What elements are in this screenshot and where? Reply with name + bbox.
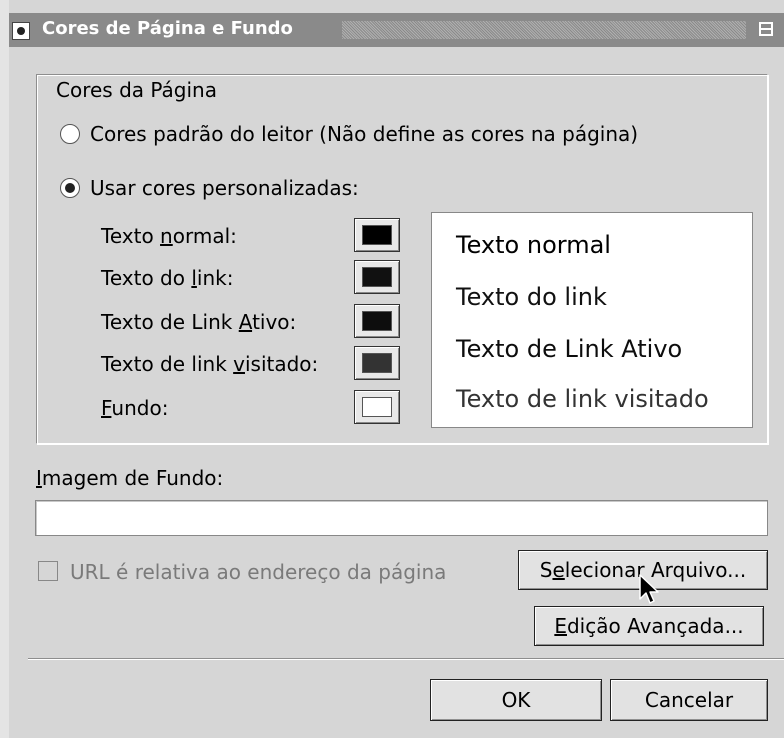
preview-link-text: Texto do link: [456, 283, 607, 311]
background-color-button[interactable]: [354, 390, 400, 424]
radio-default-colors[interactable]: [60, 124, 80, 144]
label-visited-link-text-post: isitado:: [244, 352, 319, 376]
window-menu-dot: [17, 27, 25, 35]
label-normal-text-pre: Texto: [101, 224, 161, 248]
preview-visited-link-text: Texto de link visitado: [456, 385, 709, 413]
label-active-link-text-mnemonic: A: [238, 310, 253, 334]
label-normal-text: Texto normal:: [101, 224, 237, 248]
advanced-edit-button[interactable]: Edição Avançada...: [534, 606, 764, 646]
preview-normal-text: Texto normal: [456, 231, 611, 259]
title-bar-grip: [342, 21, 746, 39]
radio-selected-dot: [65, 183, 75, 193]
link-text-swatch: [362, 267, 392, 287]
dialog-title: Cores de Página e Fundo: [42, 18, 293, 39]
relative-url-checkbox[interactable]: [38, 561, 58, 581]
window-menu-icon[interactable]: [12, 22, 30, 40]
cancel-button[interactable]: Cancelar: [610, 679, 768, 721]
window-restore-icon[interactable]: [756, 20, 778, 40]
select-file-pre: S: [539, 558, 553, 582]
background-image-url-input[interactable]: [35, 500, 768, 536]
label-visited-link-text-mnemonic: v: [233, 352, 245, 376]
page-colors-legend: Cores da Página: [50, 78, 223, 102]
label-link-text: Texto do link:: [101, 266, 233, 290]
radio-custom-colors[interactable]: [60, 178, 80, 198]
advanced-edit-post: dição Avançada...: [566, 614, 744, 638]
background-swatch: [362, 397, 392, 417]
color-preview-panel: Texto normal Texto do link Texto de Link…: [431, 212, 753, 428]
link-text-color-button[interactable]: [354, 260, 400, 294]
active-link-color-button[interactable]: [354, 304, 400, 338]
label-active-link-text-pre: Texto de Link: [101, 310, 239, 334]
normal-text-color-button[interactable]: [354, 218, 400, 252]
window-left-edge: [0, 0, 9, 738]
select-file-mnemonic: e: [552, 558, 565, 582]
background-image-label-rest: magem de Fundo:: [41, 466, 224, 490]
label-normal-text-post: ormal:: [172, 224, 237, 248]
label-visited-link-text: Texto de link visitado:: [101, 352, 318, 376]
label-background: Fundo:: [101, 396, 168, 420]
label-link-text-post: ink:: [196, 266, 234, 290]
label-link-text-pre: Texto do: [101, 266, 192, 290]
radio-custom-colors-label[interactable]: Usar cores personalizadas:: [90, 176, 359, 200]
label-active-link-text-post: tivo:: [252, 310, 297, 334]
footer-separator: [28, 658, 784, 660]
advanced-edit-mnemonic: E: [554, 614, 567, 638]
visited-link-color-button[interactable]: [354, 346, 400, 380]
visited-link-swatch: [362, 353, 392, 373]
dialog-window: Cores de Página e Fundo Cores da Página …: [0, 0, 784, 738]
normal-text-swatch: [362, 225, 392, 245]
active-link-swatch: [362, 311, 392, 331]
label-visited-link-text-pre: Texto de link: [101, 352, 234, 376]
label-background-mnemonic: F: [101, 396, 112, 420]
relative-url-label[interactable]: URL é relativa ao endereço da página: [70, 560, 446, 584]
background-image-label: Imagem de Fundo:: [36, 466, 223, 490]
label-normal-text-mnemonic: n: [160, 224, 173, 248]
ok-button[interactable]: OK: [430, 679, 602, 721]
label-background-post: undo:: [111, 396, 169, 420]
radio-default-colors-label[interactable]: Cores padrão do leitor (Não define as co…: [90, 122, 638, 146]
preview-active-link-text: Texto de Link Ativo: [456, 335, 683, 363]
label-active-link-text: Texto de Link Ativo:: [101, 310, 296, 334]
window-restore-icon-svg: [759, 22, 773, 36]
mouse-pointer-icon: [639, 574, 659, 604]
